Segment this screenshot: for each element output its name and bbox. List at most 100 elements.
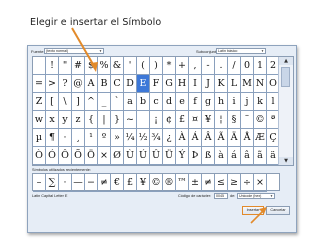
recent-symbol-cell[interactable]: ≥ (228, 174, 241, 192)
symbol-cell[interactable]: c (150, 93, 163, 111)
symbol-cell[interactable]: £ (176, 111, 189, 129)
recent-symbol-cell[interactable]: € (111, 174, 124, 192)
symbol-cell[interactable]: 1 (254, 57, 267, 75)
symbol-cell[interactable]: â (241, 147, 254, 165)
cancel-button[interactable]: Cancelar (266, 206, 290, 215)
symbol-cell[interactable]: ¼ (124, 129, 137, 147)
symbol-cell[interactable]: D (124, 75, 137, 93)
symbol-cell[interactable]: = (33, 75, 46, 93)
recent-symbol-cell[interactable]: £ (124, 174, 137, 192)
insert-button[interactable]: Insertar (242, 206, 264, 215)
recent-symbol-cell[interactable]: © (150, 174, 163, 192)
symbol-cell[interactable]: Å (241, 129, 254, 147)
recent-symbol-cell[interactable]: ™ (176, 174, 189, 192)
symbol-cell[interactable]: L (228, 75, 241, 93)
scroll-up-icon[interactable]: ▲ (279, 57, 293, 65)
symbol-cell[interactable]: Ý (176, 147, 189, 165)
grid-scrollbar[interactable]: ▲ ▼ (278, 57, 293, 165)
symbol-cell[interactable]: A (85, 75, 98, 93)
symbol-cell[interactable]: _ (98, 93, 111, 111)
symbol-cell[interactable]: i (228, 93, 241, 111)
symbol-cell[interactable]: á (228, 147, 241, 165)
recent-symbol-cell[interactable]: − (85, 174, 98, 192)
symbol-cell[interactable]: ` (111, 93, 124, 111)
symbol-cell[interactable]: ¤ (189, 111, 202, 129)
symbol-cell[interactable]: » (111, 129, 124, 147)
symbol-cell[interactable]: a (124, 93, 137, 111)
symbol-cell[interactable]: @ (72, 75, 85, 93)
symbol-cell[interactable]: Ö (85, 147, 98, 165)
symbol-cell[interactable]: y (59, 111, 72, 129)
symbol-cell[interactable]: ¿ (163, 129, 176, 147)
symbol-cell[interactable]: g (202, 93, 215, 111)
symbol-cell[interactable]: { (85, 111, 98, 129)
symbol-cell[interactable]: ¨ (241, 111, 254, 129)
symbol-cell[interactable]: Ô (59, 147, 72, 165)
symbol-cell[interactable]: ¥ (202, 111, 215, 129)
symbol-cell[interactable]: Ä (228, 129, 241, 147)
symbol-cell[interactable]: x (46, 111, 59, 129)
symbol-cell[interactable]: ¢ (163, 111, 176, 129)
symbol-cell[interactable]: Æ (254, 129, 267, 147)
symbol-cell[interactable]: Ú (137, 147, 150, 165)
symbol-cell[interactable]: Þ (189, 147, 202, 165)
symbol-cell[interactable]: × (98, 147, 111, 165)
recent-symbol-cell[interactable]: ÷ (241, 174, 254, 192)
symbol-cell[interactable]: C (111, 75, 124, 93)
symbol-cell[interactable]: z (72, 111, 85, 129)
from-select[interactable]: Unicode (hex) ▼ (237, 193, 275, 199)
symbol-cell[interactable]: > (46, 75, 59, 93)
symbol-cell[interactable]: % (98, 57, 111, 75)
symbol-cell[interactable]: M (241, 75, 254, 93)
symbol-cell[interactable]: ¶ (46, 129, 59, 147)
symbol-cell[interactable]: . (215, 57, 228, 75)
symbol-cell[interactable]: ) (150, 57, 163, 75)
symbol-cell[interactable]: e (176, 93, 189, 111)
scroll-down-icon[interactable]: ▼ (279, 157, 293, 165)
symbol-cell[interactable]: $ (85, 57, 98, 75)
symbol-cell[interactable]: k (254, 93, 267, 111)
symbol-cell[interactable]: d (163, 93, 176, 111)
symbol-cell[interactable]: ¦ (215, 111, 228, 129)
symbol-cell[interactable]: # (72, 57, 85, 75)
symbol-cell[interactable]: § (228, 111, 241, 129)
symbol-cell[interactable]: Ã (215, 129, 228, 147)
symbol-cell[interactable]: J (202, 75, 215, 93)
symbol-cell[interactable]: \ (59, 93, 72, 111)
symbol-cell[interactable]: À (176, 129, 189, 147)
symbol-cell[interactable]: ã (254, 147, 267, 165)
symbol-cell[interactable]: H (176, 75, 189, 93)
symbol-cell[interactable]: / (228, 57, 241, 75)
symbol-cell[interactable]: [ (46, 93, 59, 111)
symbol-cell[interactable]: N (254, 75, 267, 93)
symbol-cell[interactable]: Ü (163, 147, 176, 165)
symbol-cell[interactable]: Ó (46, 147, 59, 165)
symbol-cell[interactable]: * (163, 57, 176, 75)
symbol-cell[interactable]: w (33, 111, 46, 129)
symbol-cell[interactable]: µ (33, 129, 46, 147)
symbol-cell[interactable]: © (254, 111, 267, 129)
recent-symbol-cell[interactable]: ∑ (46, 174, 59, 192)
recent-symbol-cell[interactable]: ≠ (202, 174, 215, 192)
symbol-cell[interactable]: ' (124, 57, 137, 75)
font-select[interactable]: (texto normal) ▼ (44, 48, 104, 54)
symbol-cell[interactable]: f (189, 93, 202, 111)
symbol-cell[interactable]: ¸ (72, 129, 85, 147)
symbol-cell[interactable]: K (215, 75, 228, 93)
symbol-cell[interactable]: ¹ (85, 129, 98, 147)
symbol-cell[interactable]: º (98, 129, 111, 147)
symbol-cell[interactable]: ( (137, 57, 150, 75)
symbol-cell[interactable]: ~ (124, 111, 137, 129)
symbol-cell[interactable]: F (150, 75, 163, 93)
selected-symbol-cell[interactable]: E (137, 75, 150, 93)
recent-symbol-cell[interactable]: ≤ (215, 174, 228, 192)
symbol-cell[interactable]: Ò (33, 147, 46, 165)
recent-symbol-cell[interactable]: — (72, 174, 85, 192)
symbol-cell[interactable]: Õ (72, 147, 85, 165)
symbol-cell[interactable]: - (202, 57, 215, 75)
symbol-cell[interactable]: , (189, 57, 202, 75)
symbol-cell[interactable]: Z (33, 93, 46, 111)
symbol-cell[interactable]: Â (202, 129, 215, 147)
symbol-cell[interactable]: } (111, 111, 124, 129)
symbol-cell[interactable]: B (98, 75, 111, 93)
